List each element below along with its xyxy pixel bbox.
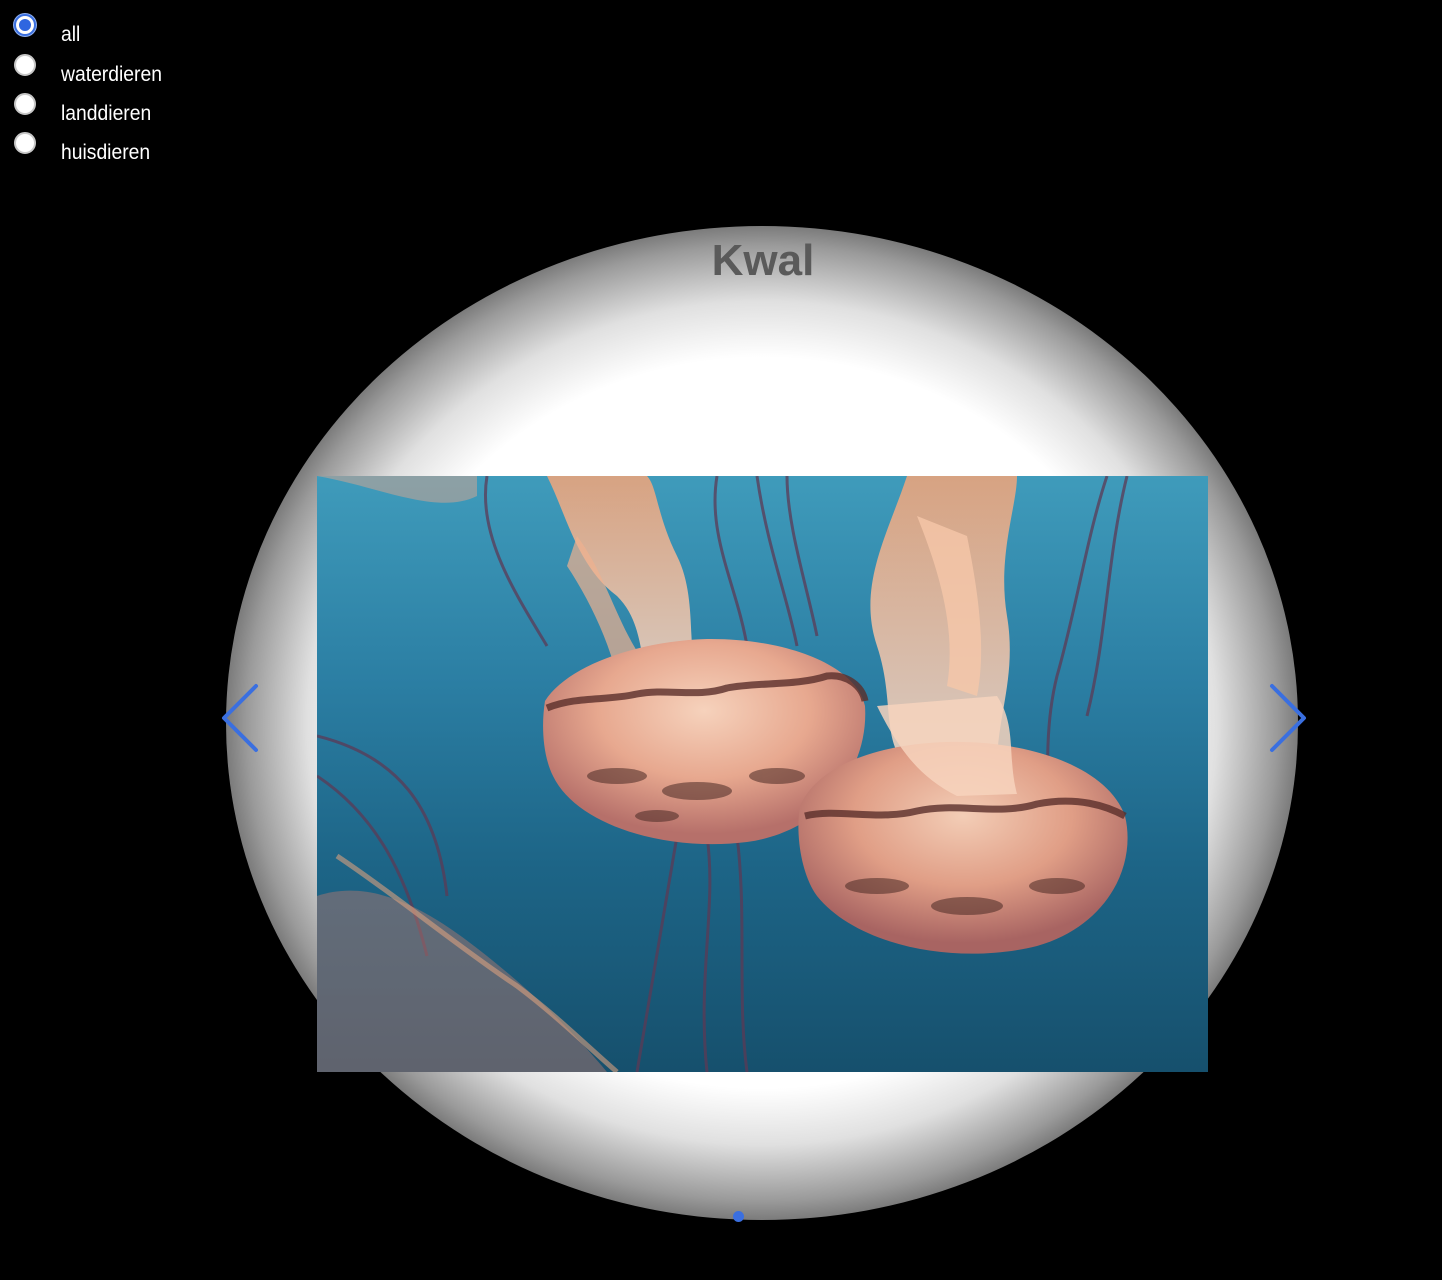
radio-landdieren[interactable]	[14, 93, 36, 115]
filter-option-all[interactable]: all	[14, 14, 214, 46]
filter-label-landdieren: landdieren	[61, 102, 152, 125]
pagination-dot-1[interactable]	[733, 1211, 744, 1222]
filter-option-waterdieren[interactable]: waterdieren	[14, 54, 214, 86]
radio-all[interactable]	[14, 14, 36, 36]
filter-option-landdieren[interactable]: landdieren	[14, 93, 214, 125]
filter-option-huisdieren[interactable]: huisdieren	[14, 132, 214, 164]
filter-label-waterdieren: waterdieren	[61, 63, 162, 86]
slide-image	[317, 476, 1208, 1072]
radio-huisdieren[interactable]	[14, 132, 36, 154]
next-slide-button[interactable]	[1262, 678, 1312, 758]
prev-slide-button[interactable]	[216, 678, 266, 758]
chevron-left-icon	[222, 684, 258, 752]
chevron-right-icon	[1270, 684, 1306, 752]
slide-title: Kwal	[711, 236, 815, 285]
radio-waterdieren[interactable]	[14, 54, 36, 76]
filter-label-huisdieren: huisdieren	[61, 141, 151, 164]
jellyfish-photo	[317, 476, 1129, 1072]
filter-label-all: all	[61, 23, 81, 46]
slide-pagination	[733, 1211, 744, 1222]
page: all waterdieren landdieren huisdieren Kw…	[0, 0, 1442, 1280]
